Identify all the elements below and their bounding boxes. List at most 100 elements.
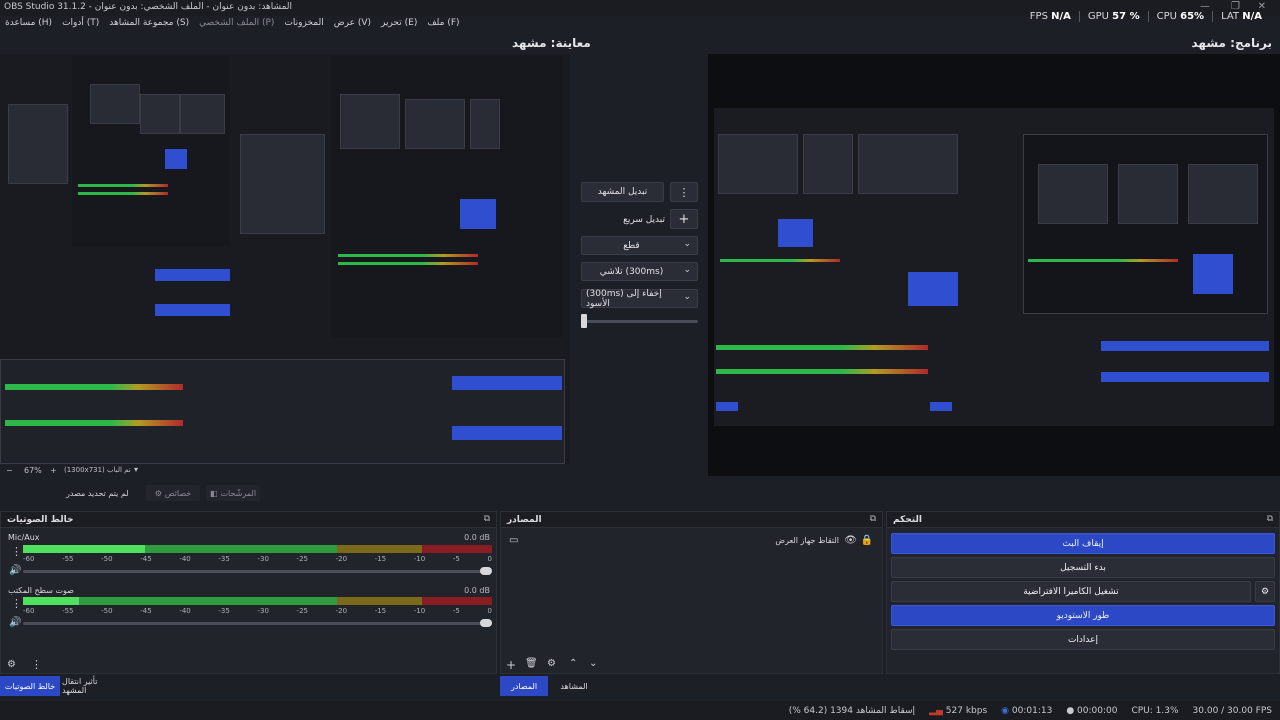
menu-profile[interactable]: الملف الشخصي (P) <box>194 16 279 32</box>
meter-red-zone <box>421 545 492 553</box>
meter-ticks: -60 -55 -50 -45 -40 -35 -30 -25 -20 -15 -10 -5 0 <box>23 607 492 615</box>
mixer-menu-icon[interactable]: ⋮ <box>31 659 42 670</box>
tab-audio-mixer[interactable]: خالط الصوتيات <box>0 676 60 696</box>
dropped-frames: إسقاط المشاهد 1394 (64.2 %) <box>788 705 916 716</box>
program-label: برنامج: مشهد <box>1191 36 1272 50</box>
source-item[interactable]: ▭ التقاط جهاز العرض 👁 🔒 <box>505 534 879 550</box>
channel-menu-icon[interactable]: ⋮ <box>11 546 22 557</box>
eye-icon[interactable]: 👁 <box>844 536 857 546</box>
menu-view[interactable]: عرض (V) <box>329 16 376 32</box>
program-nested-blue <box>716 402 738 411</box>
program-nested-blue <box>930 402 952 411</box>
rec-time: ● 00:00:00 <box>1066 705 1118 716</box>
add-source-icon[interactable]: + <box>506 659 516 671</box>
program-nested-panel <box>803 134 853 194</box>
speaker-icon[interactable]: 🔊 <box>9 618 21 628</box>
menu-file[interactable]: ملف (F) <box>422 16 464 32</box>
transition-fade-select[interactable]: تلاشي (300ms) ⌄ <box>581 262 698 281</box>
transition-fade-black-select[interactable]: (300ms) إخفاء إلى الأسود ⌄ <box>581 289 698 309</box>
transition-tbar-slider[interactable] <box>581 314 698 328</box>
start-recording-button[interactable]: بدء التسجيل <box>891 557 1275 578</box>
program-nested-meter <box>716 369 928 374</box>
preview-nested-panel <box>470 99 500 149</box>
channel-db: 0.0 dB <box>464 533 490 542</box>
speaker-icon[interactable]: 🔊 <box>9 566 21 576</box>
window-title: OBS Studio 31.1.2 - المشاهد: بدون عنوان … <box>4 2 293 12</box>
filters-button[interactable]: ◧ المرشّحات <box>206 485 260 501</box>
fps-readout: 30.00 / 30.00 FPS <box>1192 705 1272 716</box>
tab-sources[interactable]: المصادر <box>500 676 548 696</box>
menu-docks[interactable]: المخزونات <box>279 16 328 32</box>
popout-icon[interactable]: ⧉ <box>870 514 876 524</box>
move-up-icon[interactable]: ⌃ <box>569 659 577 669</box>
meter-yellow-zone <box>337 545 422 553</box>
volume-slider[interactable] <box>23 567 492 575</box>
start-virtual-camera-button[interactable]: تشغيل الكاميرا الافتراضية <box>891 581 1251 602</box>
preview-nested-panel <box>8 104 68 184</box>
audio-mixer-title: خالط الصوتيات <box>7 515 74 525</box>
add-quick-transition-icon[interactable]: + <box>670 209 698 229</box>
preview-nested-blue <box>460 199 496 229</box>
tbar-handle[interactable] <box>581 314 587 328</box>
fps-stat: FPS N/A <box>1029 11 1071 22</box>
preview-nested-meter <box>78 184 168 187</box>
volume-slider-handle[interactable] <box>480 567 492 575</box>
move-down-icon[interactable]: ⌄ <box>589 659 597 669</box>
chevron-down-icon: ⌄ <box>683 292 691 302</box>
program-nested-panel <box>1118 164 1178 224</box>
program-nested-blue <box>1101 372 1269 382</box>
sources-header: المصادر ⧉ <box>501 512 882 528</box>
properties-button[interactable]: ⚙ خصائص <box>146 485 200 501</box>
advanced-audio-icon[interactable]: ⚙ <box>7 660 16 670</box>
gear-icon: ⚙ <box>1260 586 1270 597</box>
settings-button[interactable]: إعدادات <box>891 629 1275 650</box>
menu-edit[interactable]: تحرير (E) <box>376 16 422 32</box>
zoom-percent: 67% <box>24 466 42 475</box>
popout-icon[interactable]: ⧉ <box>484 514 490 524</box>
tab-scene-transitions[interactable]: تأثير انتقال المشهد <box>62 676 124 696</box>
program-nested-blue <box>1193 254 1233 294</box>
program-nested-panel <box>1188 164 1258 224</box>
transition-menu-icon[interactable]: ⋮ <box>670 182 698 202</box>
meter-yellow-zone <box>337 597 422 605</box>
zoom-fit-label: (1300x731) تم الباب <box>64 466 131 474</box>
controls-dock: التحكم ⧉ إيقاف البث بدء التسجيل تشغيل ال… <box>886 511 1280 674</box>
menu-scene-collection[interactable]: مجموعة المشاهد (S) <box>104 16 194 32</box>
volume-slider[interactable] <box>23 619 492 627</box>
popout-icon[interactable]: ⧉ <box>1267 514 1273 524</box>
preview-nested-meter <box>78 192 168 195</box>
stop-streaming-button[interactable]: إيقاف البث <box>891 533 1275 554</box>
trash-icon[interactable]: 🗑 <box>525 659 538 669</box>
channel-name: صوت سطح المكتب <box>8 586 74 595</box>
menu-tools[interactable]: أدوات (T) <box>57 16 104 32</box>
gear-icon: ⚙ <box>154 488 162 498</box>
preview-nested-panel <box>90 84 140 124</box>
zoom-dropdown-icon[interactable]: ▾ <box>134 465 138 474</box>
lat-stat: LAT N/A <box>1212 11 1270 22</box>
studio-mode-button[interactable]: طور الاستوديو <box>891 605 1275 626</box>
virtual-camera-settings-button[interactable]: ⚙ <box>1255 581 1275 602</box>
lock-icon[interactable]: 🔒 <box>861 536 873 546</box>
preview-canvas[interactable] <box>0 54 570 464</box>
preview-nested-blue <box>452 426 562 440</box>
sources-title: المصادر <box>507 515 542 525</box>
gpu-stat: GPU 57 % <box>1078 11 1148 22</box>
cpu-stat: CPU 65% <box>1147 11 1212 22</box>
program-nested-blue <box>908 272 958 306</box>
zoom-in-icon[interactable]: + <box>50 466 57 475</box>
menu-help[interactable]: مساعدة (H) <box>0 16 57 32</box>
scene-transition-button[interactable]: تبديل المشهد <box>581 182 664 202</box>
transition-cut-select[interactable]: قطع ⌄ <box>581 236 698 255</box>
gear-icon[interactable]: ⚙ <box>547 659 556 669</box>
zoom-out-icon[interactable]: − <box>6 466 13 475</box>
controls-title: التحكم <box>893 515 922 525</box>
status-bar: إسقاط المشاهد 1394 (64.2 %) ▂▄ 527 kbps … <box>0 701 1280 720</box>
preview-nested-meter <box>338 254 478 257</box>
tab-scenes[interactable]: المشاهد <box>550 676 598 696</box>
volume-slider-handle[interactable] <box>480 619 492 627</box>
chevron-down-icon: ⌄ <box>683 265 691 275</box>
bitrate: ▂▄ 527 kbps <box>929 705 988 716</box>
program-canvas <box>708 54 1280 476</box>
channel-menu-icon[interactable]: ⋮ <box>11 598 22 609</box>
meter-level <box>23 545 145 553</box>
